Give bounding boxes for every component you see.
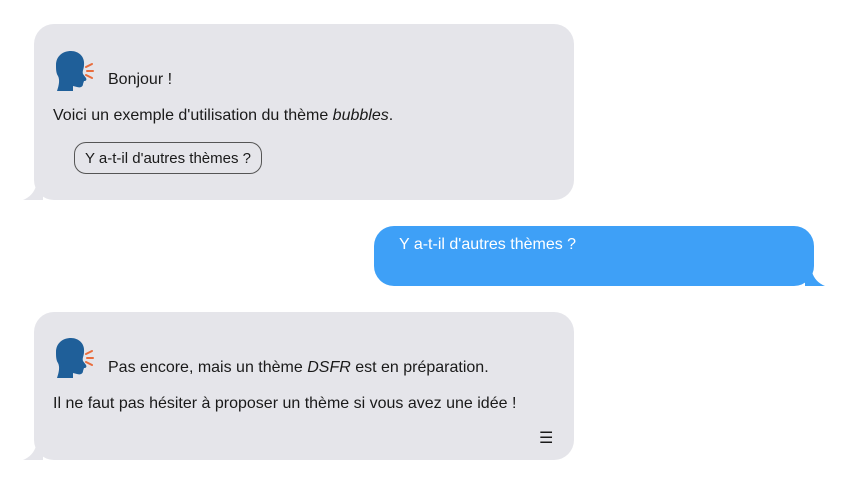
speaking-head-icon — [56, 51, 94, 91]
bubble-tail — [23, 440, 43, 460]
bot-reply-line-1: Pas encore, mais un thème DSFR est en pr… — [108, 358, 489, 378]
bot-message-bubble: Bonjour ! Voici un exemple d'utilisation… — [23, 24, 574, 200]
bubble-tail — [23, 180, 43, 200]
bot-greeting: Bonjour ! — [108, 71, 173, 88]
reply-text-start: Pas encore, mais un thème — [108, 359, 308, 376]
user-message-text: Y a-t-il d'autres thèmes ? — [399, 236, 577, 253]
reply-text-end: est en préparation. — [350, 359, 489, 376]
intro-text-end: . — [388, 107, 394, 124]
theme-name: DSFR — [307, 359, 351, 376]
intro-text-start: Voici un exemple d'utilisation du thème — [53, 107, 333, 124]
bubble-tail — [805, 266, 825, 286]
speaking-head-icon — [56, 338, 94, 378]
choice-button-other-themes[interactable]: Y a-t-il d'autres thèmes ? — [74, 142, 262, 174]
bot-message-bubble: Pas encore, mais un thème DSFR est en pr… — [23, 312, 574, 460]
bot-reply-line-2: Il ne faut pas hésiter à proposer un thè… — [53, 395, 517, 412]
user-message-bubble: Y a-t-il d'autres thèmes ? — [374, 226, 825, 286]
bot-intro-text: Voici un exemple d'utilisation du thème … — [53, 106, 393, 126]
hamburger-menu-icon[interactable]: ☰ — [539, 431, 553, 447]
theme-name: bubbles — [332, 107, 389, 124]
